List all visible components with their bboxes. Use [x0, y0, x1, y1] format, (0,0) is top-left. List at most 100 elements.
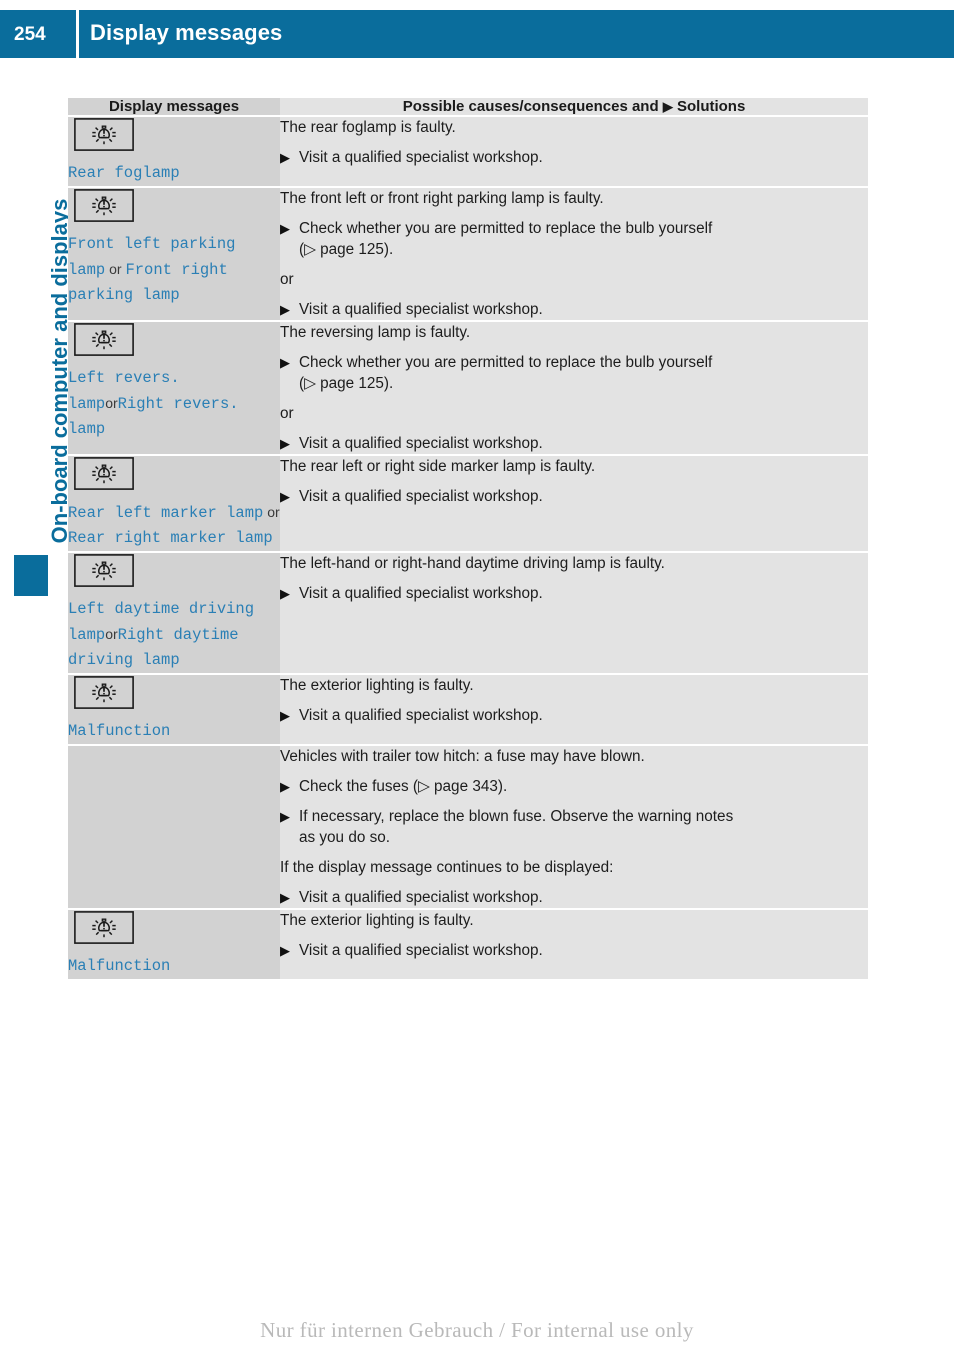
message-code-text: Left daytime driving lamporRight daytime…: [68, 597, 280, 673]
display-messages-table: Display messages Possible causes/consequ…: [68, 98, 868, 979]
solution-step: ▶ Check whether you are permitted to repl…: [280, 352, 868, 394]
message-code-fragment: Rear left marker lamp: [68, 504, 264, 522]
message-code-text: Rear left marker lamp or Rear right mark…: [68, 500, 280, 551]
chapter-sidebar: On-board computer and displays: [0, 58, 72, 1354]
cause-text: The exterior lighting is faulty.: [280, 912, 474, 929]
step-triangle-icon: ▶: [280, 708, 290, 723]
solution-step-text: Visit a qualified specialist workshop.: [299, 889, 543, 906]
step-triangle-icon: ▶: [280, 586, 290, 601]
solution-step: ▶ If necessary, replace the blown fuse. O…: [280, 806, 868, 848]
message-code-text: Malfunction: [68, 954, 280, 979]
lamp-fault-icon: [74, 554, 134, 587]
solution-step: ▶ Visit a qualified specialist workshop.: [280, 940, 868, 961]
table-row: Rear foglamp The rear foglamp is faulty. ▶…: [68, 115, 868, 187]
solution-step: ▶ Visit a qualified specialist workshop.: [280, 147, 868, 168]
cause-solution-cell: The exterior lighting is faulty. ▶ Visit a…: [280, 673, 868, 745]
cause-solution-cell: The front left or front right parking la…: [280, 186, 868, 321]
conjunction-or: or: [105, 626, 118, 642]
message-cell: Left revers. lamporRight revers. lamp: [68, 320, 280, 455]
message-code-text: Rear foglamp: [68, 161, 280, 186]
solution-step: ▶ Visit a qualified specialist workshop.: [280, 299, 868, 320]
chapter-tab-marker: [14, 555, 48, 596]
column-header-suffix: Solutions: [676, 98, 746, 115]
cause-text: Vehicles with trailer tow hitch: a fuse …: [280, 748, 645, 765]
cause-text: The rear foglamp is faulty.: [280, 119, 456, 136]
table-row: Vehicles with trailer tow hitch: a fuse …: [68, 744, 868, 909]
message-cell: Front left parking lamp or Front right p…: [68, 186, 280, 321]
conjunction-or: or: [105, 261, 126, 277]
table-row: Left daytime driving lamporRight daytime…: [68, 551, 868, 674]
cause-text: The reversing lamp is faulty.: [280, 324, 471, 341]
cause-text: The rear left or right side marker lamp …: [280, 458, 596, 475]
column-header-prefix: Possible causes/consequences and: [402, 98, 659, 115]
cause-text: The exterior lighting is faulty.: [280, 677, 474, 694]
lamp-fault-icon: [74, 323, 134, 356]
cause-text: The front left or front right parking la…: [280, 190, 604, 207]
conjunction-or: or: [263, 504, 280, 520]
cause-solution-cell: Vehicles with trailer tow hitch: a fuse …: [280, 744, 868, 909]
table-row: Rear left marker lamp or Rear right mark…: [68, 454, 868, 552]
table-row: Left revers. lamporRight revers. lamp The…: [68, 320, 868, 455]
solution-step: ▶ Visit a qualified specialist workshop.: [280, 705, 868, 726]
connector-text: If the display message continues to be d…: [280, 859, 614, 876]
page-title: Display messages: [90, 20, 283, 45]
solution-step-text: Check the fuses (▷ page 343).: [299, 778, 508, 795]
solution-step-text: Check whether you are permitted to repla…: [299, 220, 713, 237]
step-triangle-icon: ▶: [280, 302, 290, 317]
step-triangle-icon: ▶: [280, 489, 290, 504]
step-triangle-icon: ▶: [280, 890, 290, 905]
message-cell: Left daytime driving lamporRight daytime…: [68, 551, 280, 674]
step-triangle-icon: ▶: [280, 436, 290, 451]
cause-solution-cell: The reversing lamp is faulty. ▶ Check whet…: [280, 320, 868, 455]
cause-solution-cell: The left-hand or right-hand daytime driv…: [280, 551, 868, 674]
cause-solution-cell: The rear foglamp is faulty. ▶ Visit a qual…: [280, 115, 868, 187]
message-cell: Malfunction: [68, 908, 280, 979]
solutions-marker-icon: ▶: [662, 99, 673, 114]
solution-step-text: Check whether you are permitted to repla…: [299, 354, 713, 371]
table-row: Front left parking lamp or Front right p…: [68, 186, 868, 321]
solution-step: ▶ Check the fuses (▷ page 343).: [280, 776, 868, 797]
message-cell: Rear foglamp: [68, 115, 280, 187]
step-triangle-icon: ▶: [280, 221, 290, 236]
solution-step-text: Visit a qualified specialist workshop.: [299, 707, 543, 724]
lamp-fault-icon: [74, 118, 134, 151]
table-body: Rear foglamp The rear foglamp is faulty. ▶…: [68, 115, 868, 979]
connector-text: or: [280, 271, 294, 288]
table-row: Malfunction The exterior lighting is faul…: [68, 908, 868, 979]
step-triangle-icon: ▶: [280, 355, 290, 370]
cause-solution-cell: The exterior lighting is faulty. ▶ Visit a…: [280, 908, 868, 979]
lamp-fault-icon: [74, 457, 134, 490]
step-triangle-icon: ▶: [280, 809, 290, 824]
cause-text: The left-hand or right-hand daytime driv…: [280, 555, 665, 572]
solution-step-text: Visit a qualified specialist workshop.: [299, 435, 543, 452]
step-triangle-icon: ▶: [280, 943, 290, 958]
column-header-display-messages: Display messages: [68, 98, 280, 116]
message-cell: [68, 744, 280, 909]
message-cell: Rear left marker lamp or Rear right mark…: [68, 454, 280, 552]
message-code-fragment: Malfunction: [68, 957, 171, 975]
step-triangle-icon: ▶: [280, 779, 290, 794]
message-code-text: Left revers. lamporRight revers. lamp: [68, 366, 280, 442]
solution-step: ▶ Visit a qualified specialist workshop.: [280, 583, 868, 604]
message-code-fragment: Malfunction: [68, 722, 171, 740]
solution-step-text: Visit a qualified specialist workshop.: [299, 149, 543, 166]
page-number: 254: [14, 24, 46, 45]
solution-step-text: Visit a qualified specialist workshop.: [299, 301, 543, 318]
connector-text: or: [280, 405, 294, 422]
header-divider: [76, 10, 79, 58]
cause-solution-cell: The rear left or right side marker lamp …: [280, 454, 868, 552]
message-code-text: Front left parking lamp or Front right p…: [68, 232, 280, 308]
solution-step-text: If necessary, replace the blown fuse. Ob…: [299, 808, 734, 825]
lamp-fault-icon: [74, 676, 134, 709]
solution-step-continuation: (▷ page 125).: [299, 375, 394, 392]
solution-step-text: Visit a qualified specialist workshop.: [299, 488, 543, 505]
conjunction-or: or: [105, 395, 118, 411]
table-header-row: Display messages Possible causes/consequ…: [68, 98, 868, 116]
solution-step-text: Visit a qualified specialist workshop.: [299, 585, 543, 602]
solution-step: ▶ Visit a qualified specialist workshop.: [280, 486, 868, 507]
message-cell: Malfunction: [68, 673, 280, 745]
lamp-fault-icon: [74, 911, 134, 944]
solution-step-continuation: as you do so.: [299, 829, 390, 846]
column-header-causes-solutions: Possible causes/consequences and ▶ Solut…: [280, 98, 868, 116]
solution-step: ▶ Check whether you are permitted to repl…: [280, 218, 868, 260]
